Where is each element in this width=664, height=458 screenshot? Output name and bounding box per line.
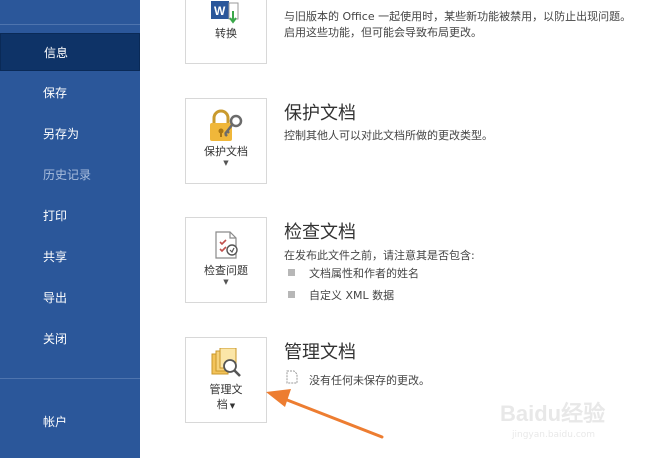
annotation-arrow xyxy=(266,389,384,439)
watermark-url: jingyan.baidu.com xyxy=(512,430,596,440)
baidu-watermark: Baidu经验 jingyan.baidu.com xyxy=(500,396,650,446)
watermark-brand: Baidu经验 xyxy=(500,401,606,426)
